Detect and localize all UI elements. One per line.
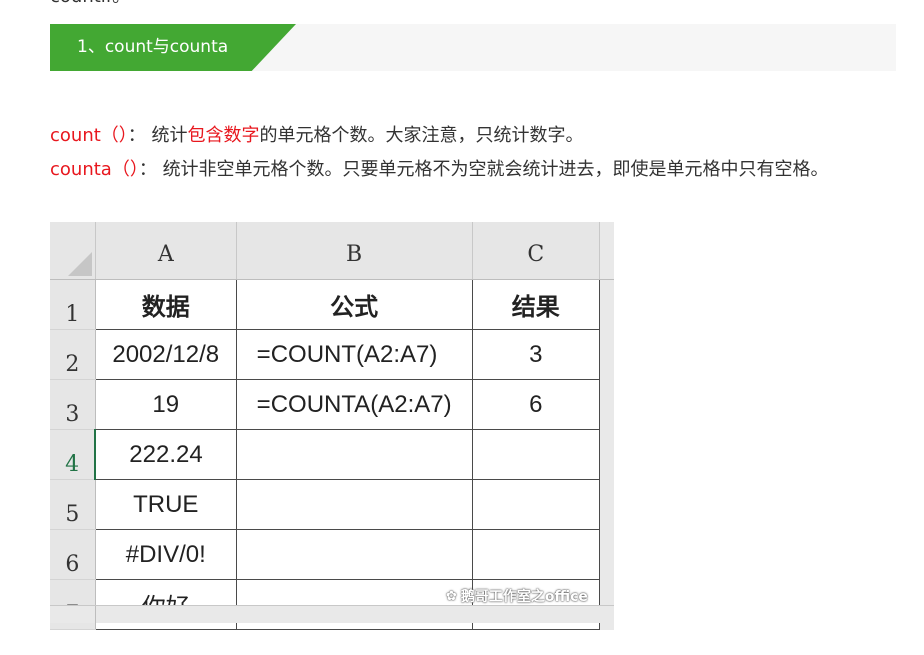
- column-header-c[interactable]: C: [472, 222, 601, 280]
- cell-c2[interactable]: 3: [471, 329, 601, 380]
- cell-a2[interactable]: 2002/12/8: [94, 329, 237, 380]
- column-header-a[interactable]: A: [95, 222, 237, 280]
- spreadsheet: A B C 1 数据 公式 结果 2 2002/12/8 =COUNT(A2:A…: [50, 222, 614, 630]
- cell-b2[interactable]: =COUNT(A2:A7): [235, 329, 473, 380]
- cell-a3[interactable]: 19: [94, 379, 237, 430]
- cell-c4[interactable]: [471, 429, 601, 480]
- count-desc-post: 的单元格个数。大家注意，只统计数字。: [259, 125, 584, 146]
- select-all-triangle-icon: [67, 252, 92, 276]
- count-description: count（）： 统计包含数字的单元格个数。大家注意，只统计数字。: [50, 119, 910, 153]
- counta-desc-text: 统计非空单元格个数。只要单元格不为空就会统计进去，即使是单元格中只有空格。: [162, 159, 829, 180]
- cell-c5[interactable]: [471, 479, 601, 530]
- cell-c6[interactable]: [471, 529, 601, 580]
- cell-a6[interactable]: #DIV/0!: [94, 529, 237, 580]
- cell-b6[interactable]: [235, 529, 473, 580]
- row-header-5[interactable]: 5: [50, 479, 96, 530]
- cell-b3[interactable]: =COUNTA(A2:A7): [235, 379, 473, 430]
- cell-c3[interactable]: 6: [471, 379, 601, 430]
- cell-c1[interactable]: 结果: [471, 279, 601, 330]
- previous-paragraph-tail: countif。: [50, 0, 130, 8]
- row-header-1[interactable]: 1: [50, 279, 96, 330]
- column-header-b[interactable]: B: [236, 222, 473, 280]
- count-colon: ：: [127, 125, 146, 146]
- row-header-6[interactable]: 6: [50, 529, 96, 580]
- row-header-4[interactable]: 4: [50, 429, 97, 480]
- section-header: 1、count与counta: [50, 24, 896, 71]
- count-desc-pre: 统计: [151, 125, 188, 146]
- row-header-next: [50, 606, 96, 623]
- cell-a5[interactable]: TRUE: [94, 479, 237, 530]
- count-desc-highlight: 包含数字: [187, 125, 260, 146]
- column-header-filler: [599, 222, 614, 280]
- cell-a1[interactable]: 数据: [94, 279, 237, 330]
- spreadsheet-image: A B C 1 数据 公式 结果 2 2002/12/8 =COUNT(A2:A…: [50, 222, 614, 630]
- cell-b1[interactable]: 公式: [235, 279, 473, 330]
- cell-a4[interactable]: 222.24: [94, 429, 237, 480]
- row-header-2[interactable]: 2: [50, 329, 96, 380]
- select-all-corner[interactable]: [50, 222, 96, 280]
- section-title: 1、count与counta: [77, 37, 229, 57]
- cell-b5[interactable]: [235, 479, 473, 530]
- count-func-name: count（）: [50, 125, 128, 146]
- sheet-bottom-strip: [50, 605, 614, 623]
- counta-func-name: counta（）: [50, 159, 139, 180]
- row-header-3[interactable]: 3: [50, 379, 96, 430]
- counta-colon: ：: [138, 159, 157, 180]
- cell-b4[interactable]: [235, 429, 473, 480]
- counta-description: counta（）： 统计非空单元格个数。只要单元格不为空就会统计进去，即使是单元…: [50, 153, 910, 187]
